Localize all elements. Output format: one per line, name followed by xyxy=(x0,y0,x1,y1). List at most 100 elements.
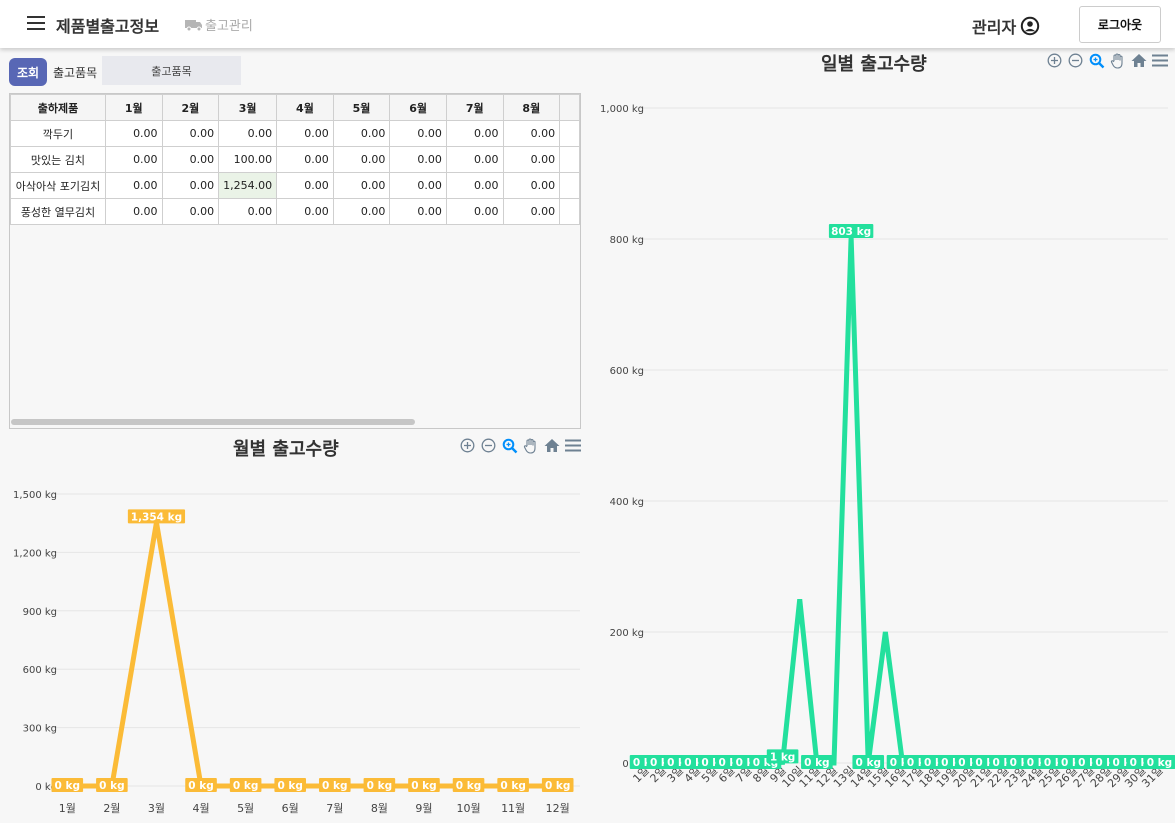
y-tick-label: 900 kg xyxy=(23,607,57,618)
daily-line-chart: 0 kg200 kg400 kg600 kg800 kg1,000 kg1일2일… xyxy=(600,104,1175,790)
table-cell[interactable]: 0.00 xyxy=(389,172,447,199)
data-label: 1 kg xyxy=(770,751,795,763)
account-circle-icon xyxy=(1020,16,1040,36)
product-name-cell[interactable]: 아삭아삭 포기김치 xyxy=(10,172,106,199)
monthly-line-chart: 0 kg 300 kg 600 kg 900 kg 1,200 kg 1,500 kg 1월… xyxy=(13,490,580,815)
table-cell[interactable]: 0.00 xyxy=(332,198,391,225)
data-label: 0 kg xyxy=(233,780,258,792)
data-label: 0 kg xyxy=(545,780,570,792)
x-tick-label: 10월 xyxy=(456,802,480,815)
data-label: 0 kg xyxy=(277,780,302,792)
user-name: 관리자 xyxy=(972,18,1017,37)
series-line xyxy=(67,522,558,789)
selection-zoom-icon[interactable] xyxy=(1088,52,1105,69)
column-header[interactable]: 2월 xyxy=(161,94,220,121)
column-header[interactable]: 8월 xyxy=(502,94,561,121)
table-cell[interactable]: 0.00 xyxy=(332,172,391,199)
table-cell[interactable]: 0.00 xyxy=(104,172,163,199)
search-button[interactable]: 조회 xyxy=(9,58,47,86)
y-tick-label: 600 kg xyxy=(23,665,57,676)
table-cell[interactable]: 0.00 xyxy=(161,198,220,225)
reset-home-icon[interactable] xyxy=(1130,52,1147,69)
column-header[interactable]: 1월 xyxy=(104,94,163,121)
data-label: 0 kg xyxy=(804,757,829,769)
table-cell[interactable]: 0.00 xyxy=(389,198,447,225)
product-name-cell[interactable]: 깍두기 xyxy=(10,120,106,147)
data-label: 803 kg xyxy=(831,226,871,238)
data-label: 0 kg xyxy=(500,780,525,792)
product-name-cell[interactable]: 풍성한 열무김치 xyxy=(10,198,106,225)
daily-chart-title: 일별 출고수량 xyxy=(821,54,927,75)
table-cell[interactable]: 0.00 xyxy=(218,198,278,225)
table-cell[interactable]: 0.00 xyxy=(276,172,334,199)
table-row[interactable]: 맛있는 김치 0.00 0.00 100.00 0.00 0.00 0.00 0… xyxy=(10,146,580,173)
table-cell[interactable]: 0.00 xyxy=(502,172,561,199)
data-label: 1,354 kg xyxy=(131,511,182,523)
table-cell-selected[interactable]: 1,254.00 xyxy=(218,172,278,199)
logout-button[interactable]: 로그아웃 xyxy=(1079,6,1161,43)
y-tick-label: 1,500 kg xyxy=(13,490,57,501)
table-row[interactable]: 풍성한 열무김치 0.00 0.00 0.00 0.00 0.00 0.00 0… xyxy=(10,198,580,225)
y-tick-label: 1,200 kg xyxy=(13,548,57,559)
y-tick-label: 300 kg xyxy=(23,724,57,735)
column-header[interactable]: 5월 xyxy=(332,94,391,121)
column-header[interactable]: 7월 xyxy=(445,94,504,121)
column-header[interactable]: 6월 xyxy=(389,94,447,121)
table-row[interactable]: 아삭아삭 포기김치 0.00 0.00 1,254.00 0.00 0.00 0… xyxy=(10,172,580,199)
table-cell[interactable]: 100.00 xyxy=(218,146,278,173)
data-label: 0 kg xyxy=(456,780,481,792)
table-cell[interactable]: 0.00 xyxy=(104,198,163,225)
x-tick-label: 3월 xyxy=(148,802,165,815)
table-cell[interactable]: 0.00 xyxy=(161,146,220,173)
table-cell[interactable]: 0.00 xyxy=(502,120,561,147)
user-menu[interactable]: 관리자 xyxy=(972,14,1040,38)
column-header[interactable]: 4월 xyxy=(276,94,334,121)
product-name-cell[interactable]: 맛있는 김치 xyxy=(10,146,106,173)
table-cell[interactable]: 0.00 xyxy=(502,146,561,173)
data-label: 0 kg xyxy=(322,780,347,792)
table-cell[interactable]: 0.00 xyxy=(276,198,334,225)
pan-icon[interactable] xyxy=(1109,52,1126,69)
data-label: 0 kg xyxy=(188,780,213,792)
column-header[interactable]: 출하제품 xyxy=(10,94,106,121)
shipment-table: 출하제품 1월 2월 3월 4월 5월 6월 7월 8월 깍두기 0.00 0.… xyxy=(10,94,580,225)
nav-link-shipment-management[interactable]: 출고관리 xyxy=(185,15,253,34)
column-header-overflow xyxy=(559,94,580,121)
table-cell[interactable]: 0.00 xyxy=(445,146,504,173)
table-cell[interactable]: 0.00 xyxy=(276,146,334,173)
table-cell[interactable]: 0.00 xyxy=(445,172,504,199)
daily-chart-toolbar xyxy=(1046,52,1168,69)
table-cell[interactable]: 0.00 xyxy=(445,120,504,147)
table-cell[interactable]: 0.00 xyxy=(161,120,220,147)
table-cell[interactable]: 0.00 xyxy=(104,146,163,173)
item-select[interactable]: 출고품목 xyxy=(102,56,241,85)
table-row[interactable]: 깍두기 0.00 0.00 0.00 0.00 0.00 0.00 0.00 0… xyxy=(10,120,580,147)
x-tick-label: 6월 xyxy=(282,802,299,815)
table-cell[interactable]: 0.00 xyxy=(276,120,334,147)
y-tick-label: 600 kg xyxy=(610,366,644,377)
menu-icon[interactable] xyxy=(1151,52,1168,69)
x-tick-label: 7월 xyxy=(326,802,343,815)
table-cell[interactable]: 0.00 xyxy=(104,120,163,147)
hamburger-menu-icon[interactable] xyxy=(27,16,45,30)
table-cell[interactable]: 0.00 xyxy=(502,198,561,225)
y-tick-label: 400 kg xyxy=(610,497,644,508)
column-header[interactable]: 3월 xyxy=(218,94,278,121)
table-cell[interactable]: 0.00 xyxy=(389,146,447,173)
table-cell-overflow xyxy=(559,198,580,225)
page-title: 제품별출고정보 xyxy=(56,17,160,36)
y-tick-label: 1,000 kg xyxy=(600,104,644,115)
table-cell[interactable]: 0.00 xyxy=(445,198,504,225)
zoom-out-icon[interactable] xyxy=(1067,52,1084,69)
table-cell[interactable]: 0.00 xyxy=(218,120,278,147)
table-cell[interactable]: 0.00 xyxy=(332,146,391,173)
data-label: 0 kg xyxy=(856,757,881,769)
grid-horizontal-scrollbar[interactable] xyxy=(11,419,415,425)
table-cell[interactable]: 0.00 xyxy=(161,172,220,199)
top-app-bar: 제품별출고정보 출고관리 관리자 로그아웃 xyxy=(0,0,1175,48)
table-cell[interactable]: 0.00 xyxy=(332,120,391,147)
zoom-in-icon[interactable] xyxy=(1046,52,1063,69)
table-cell[interactable]: 0.00 xyxy=(389,120,447,147)
nav-link-label: 출고관리 xyxy=(205,19,253,34)
x-tick-label: 5월 xyxy=(237,802,254,815)
